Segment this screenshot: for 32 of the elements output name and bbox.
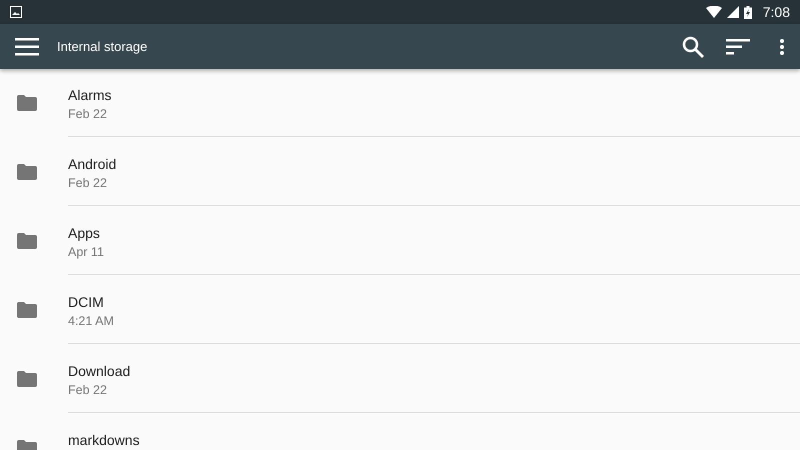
toolbar-title: Internal storage (57, 39, 148, 54)
folder-row[interactable]: Download Feb 22 (0, 345, 800, 414)
folder-row[interactable]: markdowns (0, 414, 800, 450)
folder-icon (17, 302, 37, 318)
folder-icon (17, 233, 37, 249)
folder-icon (17, 164, 37, 180)
folder-row[interactable]: DCIM 4:21 AM (0, 276, 800, 345)
file-name: DCIM (68, 293, 105, 311)
menu-icon[interactable] (15, 38, 39, 56)
folder-row[interactable]: Apps Apr 11 (0, 207, 800, 276)
search-icon[interactable] (682, 36, 704, 58)
modified-date: Feb 22 (68, 175, 108, 192)
signal-icon (726, 6, 739, 18)
file-name: Alarms (68, 86, 113, 104)
image-icon (10, 6, 22, 18)
file-name: Android (68, 155, 118, 173)
modified-date: Feb 22 (68, 106, 108, 123)
sort-icon[interactable] (726, 38, 750, 54)
folder-icon (17, 371, 37, 387)
battery-charging-icon (744, 6, 752, 18)
wifi-icon (706, 6, 722, 18)
folder-icon (17, 95, 37, 111)
modified-date: Feb 22 (68, 382, 108, 399)
more-options-icon[interactable] (780, 38, 784, 54)
file-name: Apps (68, 224, 101, 242)
file-name: markdowns (68, 431, 141, 449)
status-time: 7:08 (762, 4, 790, 20)
file-name: Download (68, 362, 132, 380)
modified-date: 4:21 AM (68, 313, 115, 330)
folder-row[interactable]: Alarms Feb 22 (0, 69, 800, 138)
modified-date: Apr 11 (68, 244, 105, 261)
folder-row[interactable]: Android Feb 22 (0, 138, 800, 207)
